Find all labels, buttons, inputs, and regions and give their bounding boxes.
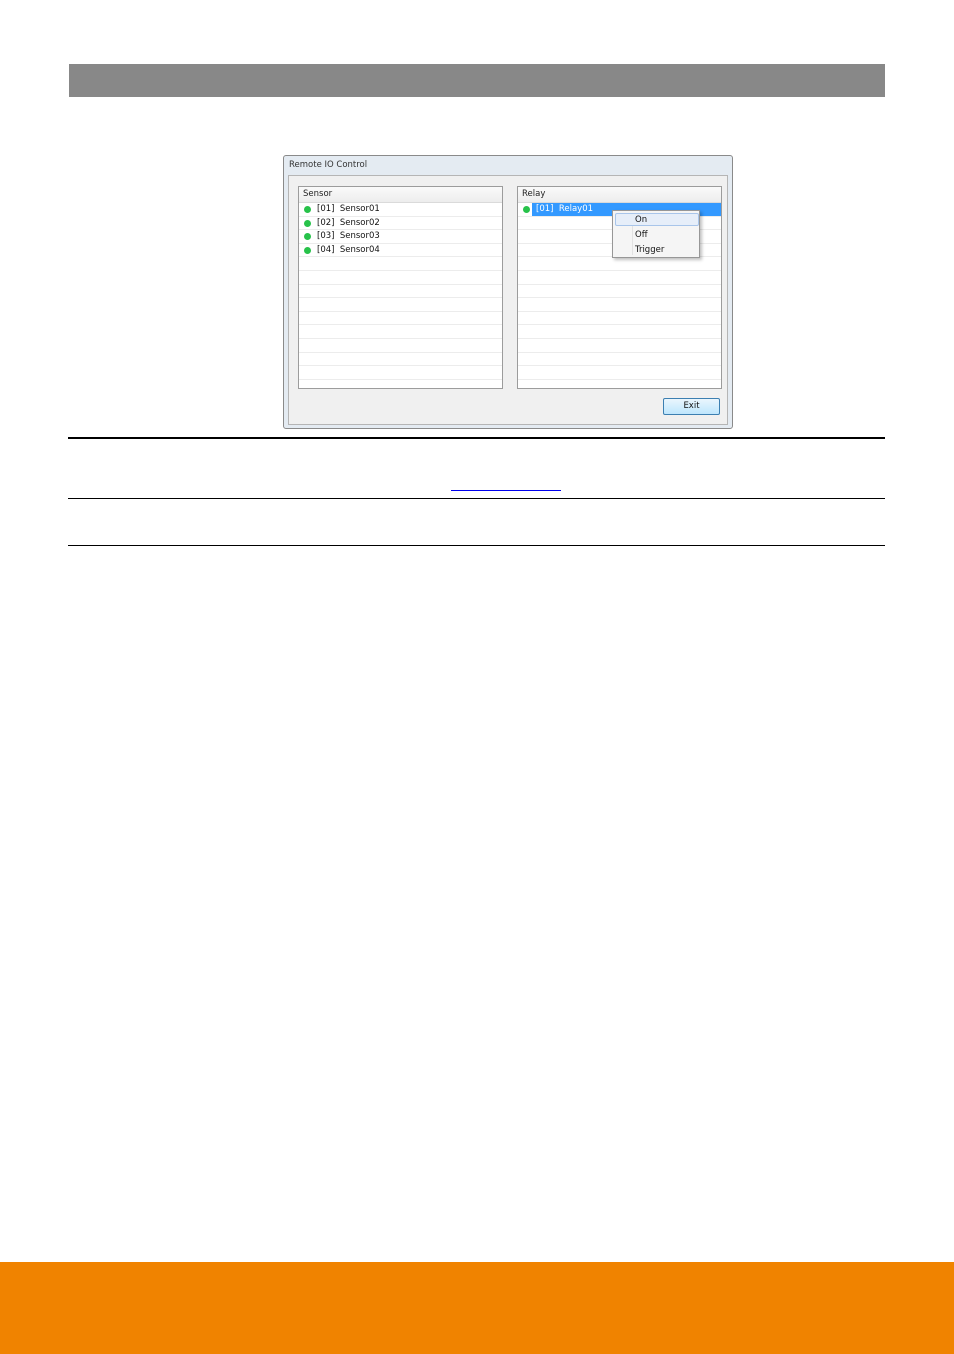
status-dot-icon xyxy=(304,219,311,227)
empty-row xyxy=(518,353,721,367)
sensor-item-label: [04] Sensor04 xyxy=(317,244,380,255)
relay-list-header[interactable]: Relay xyxy=(518,187,721,203)
link-underline[interactable] xyxy=(451,490,561,491)
empty-row xyxy=(299,285,502,299)
window-title: Remote IO Control xyxy=(289,160,368,170)
sensor-item-label: [01] Sensor01 xyxy=(317,204,380,214)
empty-row xyxy=(299,271,502,285)
empty-row xyxy=(299,312,502,326)
empty-row xyxy=(299,325,502,339)
menu-hover-highlight xyxy=(615,213,699,226)
sensor-list-header[interactable]: Sensor xyxy=(299,187,502,203)
exit-button[interactable]: Exit xyxy=(663,398,720,415)
empty-row xyxy=(299,339,502,353)
empty-row xyxy=(518,325,721,339)
status-dot-icon xyxy=(304,206,311,213)
relay-item-label: [01] Relay01 xyxy=(536,204,594,214)
empty-row xyxy=(518,298,721,312)
empty-row xyxy=(518,271,721,285)
menu-item-off[interactable]: Off xyxy=(635,230,648,240)
sensor-item-01[interactable]: [01] Sensor01 xyxy=(299,203,502,217)
sensor-item-label: [02] Sensor02 xyxy=(317,217,380,228)
empty-row xyxy=(299,257,502,271)
empty-row xyxy=(518,285,721,299)
sensor-item-02[interactable]: [02] Sensor02 xyxy=(299,217,502,231)
status-dot-icon xyxy=(304,233,311,241)
empty-row xyxy=(518,257,721,271)
table-rule-bottom xyxy=(68,545,885,546)
table-rule-middle xyxy=(68,498,885,499)
remote-io-control-window: Remote IO Control Sensor [01] Sensor01 [… xyxy=(283,155,733,429)
empty-row xyxy=(518,366,721,380)
empty-row xyxy=(299,366,502,380)
status-dot-icon xyxy=(304,246,311,254)
menu-item-on[interactable]: On xyxy=(635,215,647,225)
status-dot-icon xyxy=(523,206,530,213)
sensor-item-03[interactable]: [03] Sensor03 xyxy=(299,230,502,244)
empty-row xyxy=(299,353,502,367)
sensor-item-label: [03] Sensor03 xyxy=(317,231,380,242)
table-rule-top xyxy=(68,437,885,439)
empty-row xyxy=(518,312,721,326)
empty-row xyxy=(299,298,502,312)
sensor-list[interactable]: Sensor [01] Sensor01 [02] Sensor02 [03] … xyxy=(298,186,503,389)
sensor-item-04[interactable]: [04] Sensor04 xyxy=(299,244,502,258)
empty-row xyxy=(518,339,721,353)
footer-bar xyxy=(0,1262,954,1354)
menu-item-trigger[interactable]: Trigger xyxy=(635,245,664,255)
section-header-bar xyxy=(69,64,885,97)
relay-context-menu: On Off Trigger xyxy=(612,210,700,258)
